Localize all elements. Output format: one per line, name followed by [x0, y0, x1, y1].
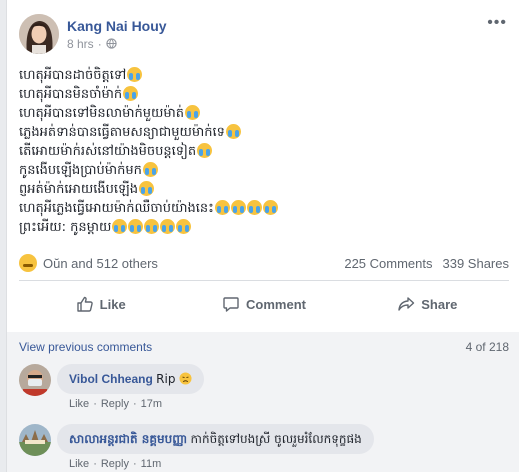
share-label: Share: [421, 296, 458, 312]
post-time[interactable]: 8 hrs: [67, 36, 94, 52]
reaction-summary[interactable]: Oŭn and 512 others: [43, 256, 344, 271]
divider: [19, 280, 509, 281]
share-button[interactable]: Share: [346, 286, 509, 322]
comment-bubble: Vibol Chheang Rip: [57, 364, 204, 394]
post-line: ហេតុអីបានទៅមិនលាម៉ាក់មួយម៉ាត់: [19, 104, 509, 123]
post-body: ហេតុអីបានដាច់ចិត្តទៅ ហេតុអីបានមិនចាំម៉ាក…: [19, 66, 509, 237]
crying-face-icon: [160, 219, 176, 234]
crying-face-icon: [246, 200, 262, 215]
comments-section: View previous comments 4 of 218 Vibol Ch…: [7, 332, 519, 472]
post-line: តើអោយម៉ាក់រស់នៅយ៉ាងមិចបន្តទៀត: [19, 142, 509, 161]
thumbs-up-icon: [76, 296, 93, 312]
post-card: Kang Nai Houy 8 hrs · ••• ហេតុអីបានដាច់ច…: [6, 0, 519, 472]
globe-icon: [106, 38, 117, 49]
comment-bubble: សាលាអន្តរជាតិ នគ្គមបញ្ញា កាក់ចិត្តទៅបងស្…: [57, 424, 374, 454]
comment-item: សាលាអន្តរជាតិ នគ្គមបញ្ញា កាក់ចិត្តទៅបងស្…: [19, 424, 374, 470]
separator-dot: ·: [97, 36, 102, 51]
crying-face-icon: [262, 200, 278, 215]
commenter-name[interactable]: Vibol Chheang: [69, 372, 153, 386]
post-header: Kang Nai Houy 8 hrs ·: [19, 12, 167, 56]
post-line: ហេតុអីបានដាច់ចិត្តទៅ: [19, 66, 509, 85]
post-line: កូនងើបឡើងប្រាប់ម៉ាក់មក: [19, 161, 509, 180]
commenter-avatar[interactable]: [19, 424, 51, 456]
comment-reply-link[interactable]: Reply: [101, 398, 129, 410]
sad-reaction-icon[interactable]: [19, 254, 37, 272]
comment-button[interactable]: Comment: [182, 286, 345, 322]
comments-count[interactable]: 225 Comments: [344, 256, 432, 271]
comment-text: Rip: [156, 372, 176, 386]
share-icon: [398, 297, 415, 311]
crying-face-icon: [176, 219, 192, 234]
commenter-name[interactable]: សាលាអន្តរជាតិ នគ្គមបញ្ញា: [69, 432, 187, 446]
crying-face-icon: [197, 143, 213, 158]
post-line: ភ្លេងអត់ទាន់បានធ្វើតាមសន្យាជាមួយម៉ាក់ទេ: [19, 123, 509, 142]
like-label: Like: [99, 296, 126, 312]
comment-like-link[interactable]: Like: [69, 458, 89, 470]
comment-time[interactable]: 17m: [141, 398, 162, 410]
post-actions: Like Comment Share: [19, 286, 509, 322]
author-avatar[interactable]: [19, 14, 59, 54]
crying-face-icon: [112, 219, 128, 234]
view-previous-comments-link[interactable]: View previous comments: [19, 340, 152, 354]
crying-face-icon: [127, 67, 143, 82]
crying-face-icon: [144, 219, 160, 234]
reactions-bar: Oŭn and 512 others 225 Comments 339 Shar…: [19, 252, 509, 274]
crying-face-icon: [230, 200, 246, 215]
commenter-avatar[interactable]: [19, 364, 51, 396]
post-line: ហេតុអីភ្លេងធ្វើអោយម៉ាក់ឈឺចាប់យ៉ាងនេះ: [19, 199, 509, 218]
comment-item: Vibol Chheang Rip Like · Reply · 17m: [19, 364, 204, 410]
like-button[interactable]: Like: [19, 286, 182, 322]
crying-face-icon: [139, 181, 155, 196]
crying-face-icon: [142, 162, 158, 177]
crying-face-icon: [214, 200, 230, 215]
comment-icon: [223, 297, 239, 312]
crying-face-icon: [123, 86, 139, 101]
comment-time[interactable]: 11m: [141, 458, 162, 470]
crying-face-icon: [185, 105, 201, 120]
comment-count-indicator: 4 of 218: [465, 340, 509, 354]
comment-text: កាក់ចិត្តទៅបងស្រី ចូលរួមរំលែកទុក្ខផង: [190, 432, 362, 446]
shares-count[interactable]: 339 Shares: [443, 256, 510, 271]
crying-face-icon: [128, 219, 144, 234]
disappointed-face-icon: [179, 372, 192, 385]
crying-face-icon: [225, 124, 241, 139]
ellipsis-icon[interactable]: •••: [487, 14, 507, 32]
post-line: ព្រះអើយ: កូនម្តាយ: [19, 218, 509, 237]
author-name[interactable]: Kang Nai Houy: [67, 17, 167, 35]
post-line: ហេតុអីបានមិនចាំម៉ាក់: [19, 85, 509, 104]
comment-reply-link[interactable]: Reply: [101, 458, 129, 470]
comment-label: Comment: [246, 296, 306, 312]
comment-like-link[interactable]: Like: [69, 398, 89, 410]
post-line: ព្ញអត់ម៉ាក់អោយងើបឡើង: [19, 180, 509, 199]
